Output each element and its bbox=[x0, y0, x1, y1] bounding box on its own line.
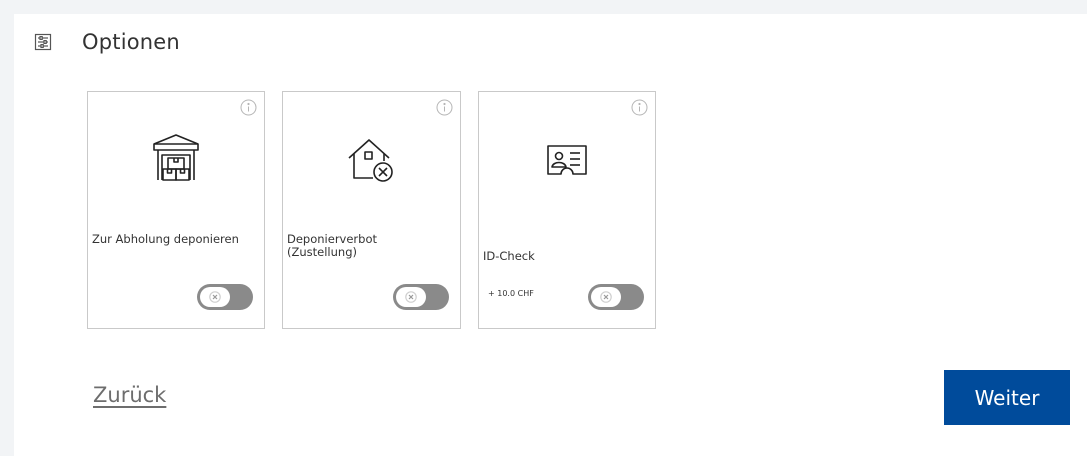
back-link[interactable]: Zurück bbox=[93, 383, 166, 407]
option-toggle[interactable] bbox=[393, 284, 449, 310]
option-label: Zur Abholung deponieren bbox=[92, 232, 239, 246]
option-toggle[interactable] bbox=[197, 284, 253, 310]
option-toggle[interactable] bbox=[588, 284, 644, 310]
option-label: ID-Check bbox=[483, 249, 535, 263]
section-title: Optionen bbox=[82, 30, 180, 54]
option-card-pickup[interactable]: Zur Abholung deponieren bbox=[87, 91, 265, 329]
option-card-no-deposit[interactable]: Deponierverbot (Zustellung) bbox=[282, 91, 461, 329]
toggle-off-x-icon bbox=[591, 287, 621, 307]
info-icon[interactable] bbox=[240, 99, 257, 116]
info-icon[interactable] bbox=[436, 99, 453, 116]
toggle-off-x-icon bbox=[396, 287, 426, 307]
next-button[interactable]: Weiter bbox=[944, 370, 1070, 425]
option-card-id-check[interactable]: ID-Check + 10.0 CHF bbox=[478, 91, 656, 329]
option-price: + 10.0 CHF bbox=[488, 289, 534, 298]
info-icon[interactable] bbox=[631, 99, 648, 116]
warehouse-pickup-icon bbox=[149, 128, 203, 188]
house-no-deposit-icon bbox=[345, 128, 399, 188]
option-label: Deponierverbot (Zustellung) bbox=[287, 232, 378, 259]
settings-list-icon bbox=[34, 33, 52, 51]
section-header: Optionen bbox=[34, 28, 180, 56]
options-panel: Optionen Zur Abholung deponieren Deponie… bbox=[14, 14, 1087, 456]
id-card-icon bbox=[540, 128, 594, 188]
toggle-off-x-icon bbox=[200, 287, 230, 307]
option-cards: Zur Abholung deponieren Deponierverbot (… bbox=[87, 91, 656, 329]
